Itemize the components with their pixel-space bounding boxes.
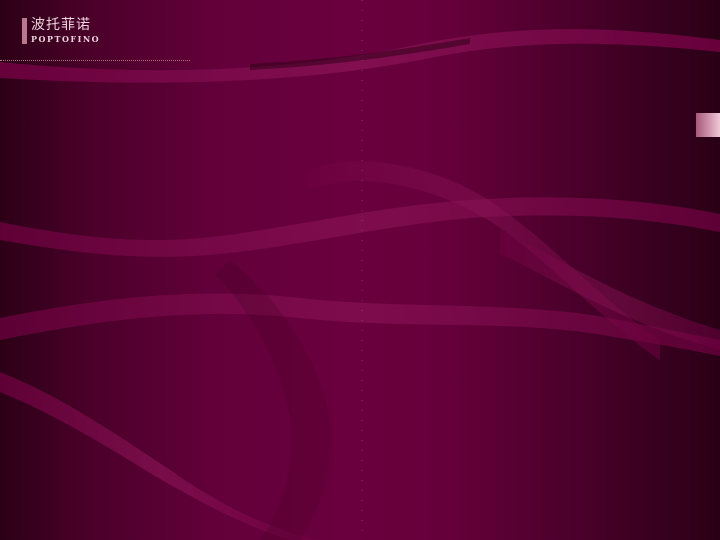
brand-text: 波托菲诺 POPTOFINO: [31, 18, 100, 44]
brand-accent-bar: [22, 18, 27, 44]
side-tab: [696, 113, 720, 137]
ribbon-decoration: [0, 0, 720, 540]
header-divider: [0, 60, 190, 61]
brand-name-cn: 波托菲诺: [31, 17, 91, 33]
brand-logo: 波托菲诺 POPTOFINO: [22, 18, 100, 44]
slide-background: 波托菲诺 POPTOFINO: [0, 0, 720, 540]
brand-name-en: POPTOFINO: [31, 34, 101, 44]
